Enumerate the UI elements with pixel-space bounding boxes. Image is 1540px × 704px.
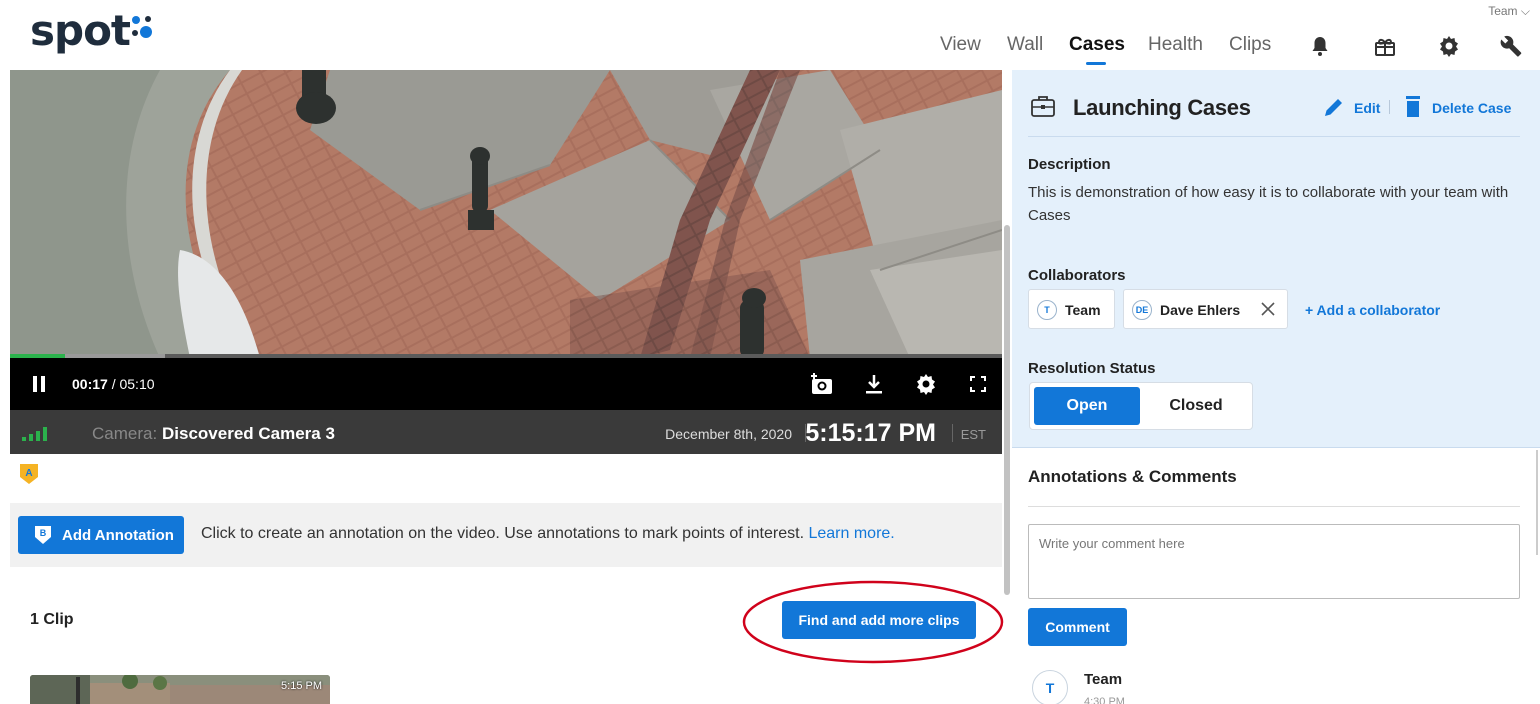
annotation-hint: Click to create an annotation on the vid… (201, 525, 895, 543)
marker-letter: A (25, 468, 32, 479)
collaborator-chip: DE Dave Ehlers (1123, 289, 1288, 329)
briefcase-icon (1031, 96, 1055, 117)
divider (1028, 506, 1520, 507)
comment-input[interactable] (1028, 524, 1520, 599)
nav-clips[interactable]: Clips (1229, 34, 1271, 56)
add-annotation-label: Add Annotation (62, 526, 174, 544)
collaborator-chip: T Team (1028, 289, 1115, 329)
collaborators-label: Collaborators (1028, 267, 1126, 284)
logo-dots-icon (132, 16, 152, 38)
snapshot-icon[interactable] (810, 372, 834, 396)
resolution-status-label: Resolution Status (1028, 360, 1156, 377)
edit-label: Edit (1354, 100, 1381, 116)
current-time: 00:17 (72, 376, 108, 392)
playback-time: 00:17 / 05:10 (72, 376, 155, 392)
learn-more-link[interactable]: Learn more. (808, 525, 894, 542)
annotation-hint-text: Click to create an annotation on the vid… (201, 525, 805, 542)
spot-logo[interactable]: spot (30, 6, 131, 55)
divider (952, 424, 953, 442)
nav-active-indicator (1086, 62, 1106, 65)
video-frame (10, 70, 1002, 358)
add-collaborator-link[interactable]: + Add a collaborator (1305, 302, 1440, 318)
progress-fill (10, 354, 65, 358)
clip-count: 1 Clip (30, 611, 74, 628)
pause-icon[interactable] (32, 376, 46, 392)
nav-wall[interactable]: Wall (1007, 34, 1043, 56)
scrollbar[interactable] (1004, 225, 1010, 595)
bell-icon[interactable] (1308, 34, 1332, 58)
team-menu[interactable]: Team ⌵ (1488, 4, 1530, 19)
remove-collaborator-icon[interactable] (1261, 302, 1275, 316)
status-closed-button[interactable]: Closed (1144, 387, 1248, 425)
comment-button[interactable]: Comment (1028, 608, 1127, 646)
pencil-icon (1325, 99, 1342, 116)
duration: 05:10 (119, 376, 155, 392)
case-title: Launching Cases (1073, 95, 1251, 120)
case-description: This is demonstration of how easy it is … (1028, 184, 1509, 224)
comment-author: Team (1084, 671, 1123, 688)
camera-date: December 8th, 2020 (665, 426, 792, 442)
chevron-down-icon: ⌵ (1520, 4, 1530, 18)
camera-label: Camera: (92, 424, 158, 443)
camera-info-bar: Camera: Discovered Camera 3 December 8th… (10, 410, 1002, 454)
panel-scrollbar[interactable] (1536, 450, 1538, 555)
annotation-badge-icon: B (35, 526, 51, 544)
download-icon[interactable] (862, 372, 886, 396)
status-open-button[interactable]: Open (1034, 387, 1140, 425)
divider (1389, 100, 1390, 114)
case-panel: Launching Cases Edit Delete Case Descrip… (1012, 70, 1540, 448)
nav-view[interactable]: View (940, 34, 981, 56)
divider (1028, 136, 1520, 137)
annotation-marker-icon[interactable]: A (18, 462, 40, 486)
collaborator-name: Team (1065, 302, 1101, 318)
camera-time: 5:15:17 PM (805, 419, 936, 447)
time-separator: / (107, 376, 120, 392)
camera-timezone: EST (960, 427, 986, 442)
collaborator-avatar: T (1037, 300, 1057, 320)
annotation-bar: B Add Annotation Click to create an anno… (10, 503, 1002, 567)
collaborator-avatar: DE (1132, 300, 1152, 320)
comments-title: Annotations & Comments (1028, 467, 1237, 486)
wrench-icon[interactable] (1500, 34, 1524, 58)
comment-avatar: T (1032, 670, 1068, 704)
nav-health[interactable]: Health (1148, 34, 1203, 56)
find-more-clips-button[interactable]: Find and add more clips (782, 601, 976, 639)
signal-strength-icon (22, 427, 47, 441)
delete-label: Delete Case (1432, 100, 1512, 116)
clip-thumbnail[interactable]: 5:15 PM (30, 675, 330, 704)
gear-icon[interactable] (1437, 34, 1461, 58)
trash-icon (1406, 96, 1420, 117)
video-player[interactable] (10, 70, 1002, 358)
top-header: spot Team ⌵ View Wall Cases Health Clips (0, 0, 1540, 70)
collaborator-name: Dave Ehlers (1160, 302, 1241, 318)
badge-letter: B (40, 528, 47, 538)
resolution-status-toggle: Open Closed (1029, 382, 1253, 430)
add-annotation-button[interactable]: B Add Annotation (18, 516, 184, 554)
camera-name: Discovered Camera 3 (162, 424, 335, 443)
comment-time: 4:30 PM (1084, 696, 1125, 704)
gift-icon[interactable] (1373, 34, 1397, 58)
fullscreen-icon[interactable] (966, 372, 990, 396)
description-label: Description (1028, 156, 1111, 173)
progress-bar[interactable] (10, 354, 1002, 358)
nav-cases[interactable]: Cases (1069, 34, 1125, 56)
team-menu-label: Team (1488, 4, 1518, 18)
settings-icon[interactable] (914, 372, 938, 396)
clip-time: 5:15 PM (281, 680, 322, 692)
video-controls: 00:17 / 05:10 (10, 354, 1002, 410)
